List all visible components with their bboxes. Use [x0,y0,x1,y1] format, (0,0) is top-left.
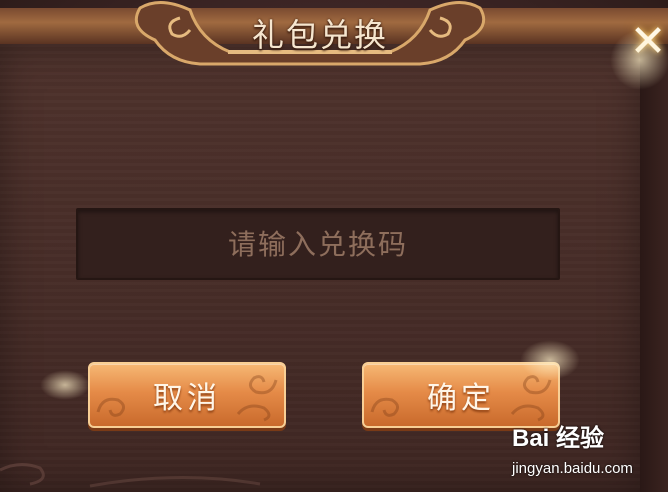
sparkle-glow [610,30,668,90]
code-input-box[interactable] [76,208,560,280]
cancel-button[interactable]: 取消 [88,362,286,428]
confirm-button-label: 确定 [427,381,495,416]
dialog-title: 礼包兑换 [251,16,388,54]
sparkle-glow [40,370,90,400]
sparkle-glow [520,340,580,380]
cancel-button-label: 取消 [153,381,221,416]
watermark-logo: Bai 经验 [512,425,605,452]
redeem-code-input[interactable] [78,226,558,262]
baidu-watermark: Bai 经验 jingyan.baidu.com [512,418,662,488]
watermark-url: jingyan.baidu.com [512,460,633,477]
